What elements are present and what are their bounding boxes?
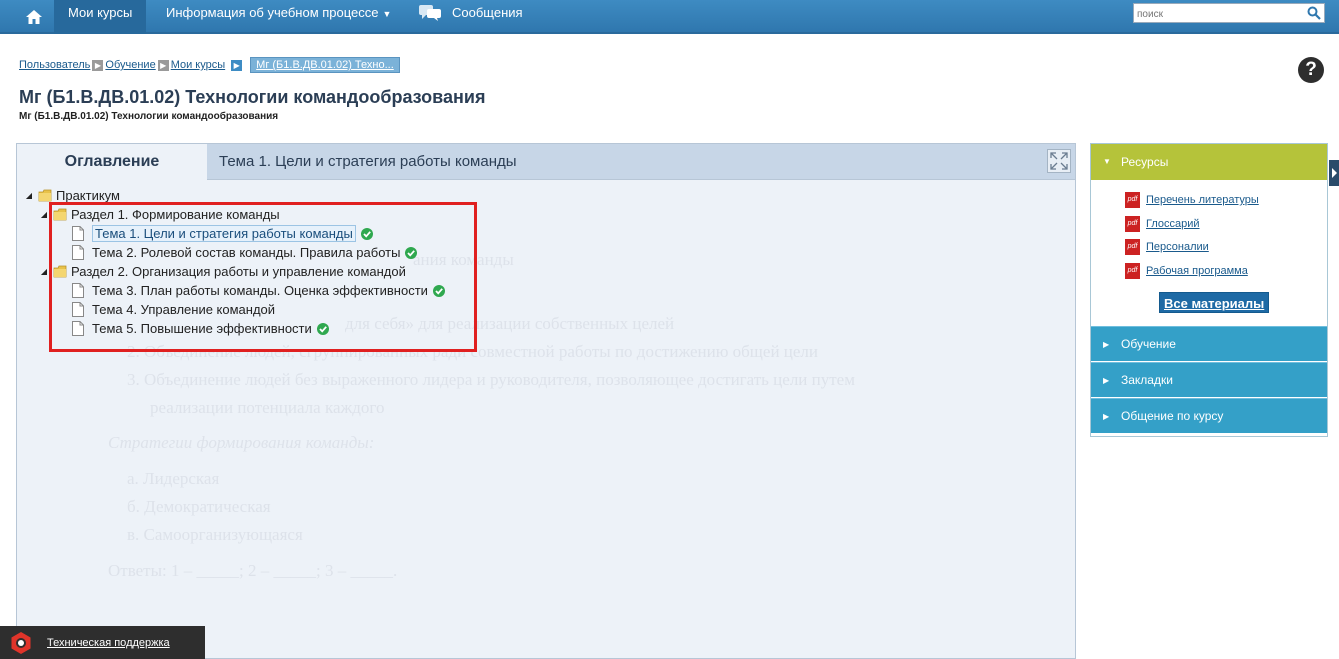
home-button[interactable] [14,0,54,34]
resource-item: pdf Глоссарий [1125,216,1200,232]
resource-item: pdf Рабочая программа [1125,263,1248,279]
chevron-right-icon: ▶ [92,59,104,71]
nav-my-courses[interactable]: Мои курсы [54,0,147,34]
content-text: Ответы: 1 – _____; 2 – _____; 3 – _____. [108,561,398,580]
top-navigation: Мои курсы Информация об учебном процессе… [0,0,1339,34]
resource-item: pdf Перечень литературы [1125,192,1259,208]
content-text: 3. Объединение людей без выраженного лид… [127,370,855,389]
page-subtitle: Мг (Б1.В.ДВ.01.02) Технологии командообр… [19,111,279,122]
resources-label: Ресурсы [1121,155,1169,169]
breadcrumb: Пользователь ▶ Обучение ▶ Мои курсы ▶ Мг… [19,57,400,73]
content-text: а. Лидерская [127,469,220,488]
expand-icon [1050,152,1068,170]
sidebar-section-label: Общение по курсу [1121,409,1224,423]
folder-icon [38,189,52,202]
chevron-right-icon: ▶ [231,59,243,71]
panel-header: Оглавление Тема 1. Цели и стратегия рабо… [17,144,1075,180]
content-text: реализации потенциала каждого [150,398,385,417]
breadcrumb-user[interactable]: Пользователь [19,59,90,71]
content-text: Стратегии формирования команды: [108,433,375,452]
content-text: б. Демократическая [127,497,271,516]
nav-study-info-label: Информация об учебном процессе [166,5,379,20]
chevron-down-icon: ▼ [382,9,392,19]
resource-link-program[interactable]: Рабочая программа [1146,265,1248,277]
chevron-right-icon: ▶ [1103,340,1110,349]
resource-item: pdf Персоналии [1125,239,1209,255]
fullscreen-button[interactable] [1047,149,1071,173]
sidebar-section-label: Закладки [1121,373,1173,387]
home-icon [26,10,42,24]
course-sidebar: ▼ Ресурсы pdf Перечень литературы pdf Гл… [1090,143,1328,437]
sidebar-section-discussion[interactable]: ▶ Общение по курсу [1091,398,1327,433]
collapse-icon[interactable]: ◢ [24,191,34,200]
collapse-sidebar-handle[interactable] [1329,160,1339,186]
nav-study-info[interactable]: Информация об учебном процессе ▼ [152,0,405,34]
resources-header[interactable]: ▼ Ресурсы [1091,144,1327,180]
breadcrumb-current[interactable]: Мг (Б1.В.ДВ.01.02) Техно... [250,57,400,73]
page-title: Мг (Б1.В.ДВ.01.02) Технологии командообр… [19,87,486,107]
chevron-down-icon: ▼ [1103,157,1111,166]
tree-label: Практикум [56,188,120,203]
lifebuoy-icon [11,631,31,654]
nav-messages[interactable]: Сообщения [438,0,537,34]
pdf-icon: pdf [1125,263,1140,279]
help-icon[interactable]: ? [1298,57,1324,83]
tech-support-bar: Техническая поддержка [0,626,205,659]
sidebar-section-study[interactable]: ▶ Обучение [1091,326,1327,361]
tech-support-link[interactable]: Техническая поддержка [47,637,170,649]
chevron-right-icon: ▶ [157,59,169,71]
resource-link-glossary[interactable]: Глоссарий [1146,218,1200,230]
content-text: в. Самоорганизующаяся [127,525,303,544]
chevron-right-icon: ▶ [1103,376,1110,385]
collapse-icon[interactable]: ◢ [39,267,49,276]
collapse-icon[interactable]: ◢ [39,210,49,219]
topic-title: Тема 1. Цели и стратегия работы команды [219,153,517,170]
breadcrumb-my-courses[interactable]: Мои курсы [171,59,225,71]
chevron-right-icon: ▶ [1103,412,1110,421]
search-icon[interactable] [1307,6,1321,20]
pdf-icon: pdf [1125,239,1140,255]
nav-messages-label: Сообщения [452,5,523,20]
resource-link-literature[interactable]: Перечень литературы [1146,194,1259,206]
highlight-box [49,202,477,352]
tab-table-of-contents[interactable]: Оглавление [17,144,207,180]
search-box [1133,3,1325,24]
sidebar-section-bookmarks[interactable]: ▶ Закладки [1091,362,1327,397]
breadcrumb-study[interactable]: Обучение [105,59,155,71]
sidebar-section-label: Обучение [1121,337,1176,351]
pdf-icon: pdf [1125,192,1140,208]
all-materials-button[interactable]: Все материалы [1159,292,1270,313]
resource-link-persons[interactable]: Персоналии [1146,241,1209,253]
search-input[interactable] [1134,5,1302,24]
nav-my-courses-label: Мои курсы [68,5,133,20]
pdf-icon: pdf [1125,216,1140,232]
